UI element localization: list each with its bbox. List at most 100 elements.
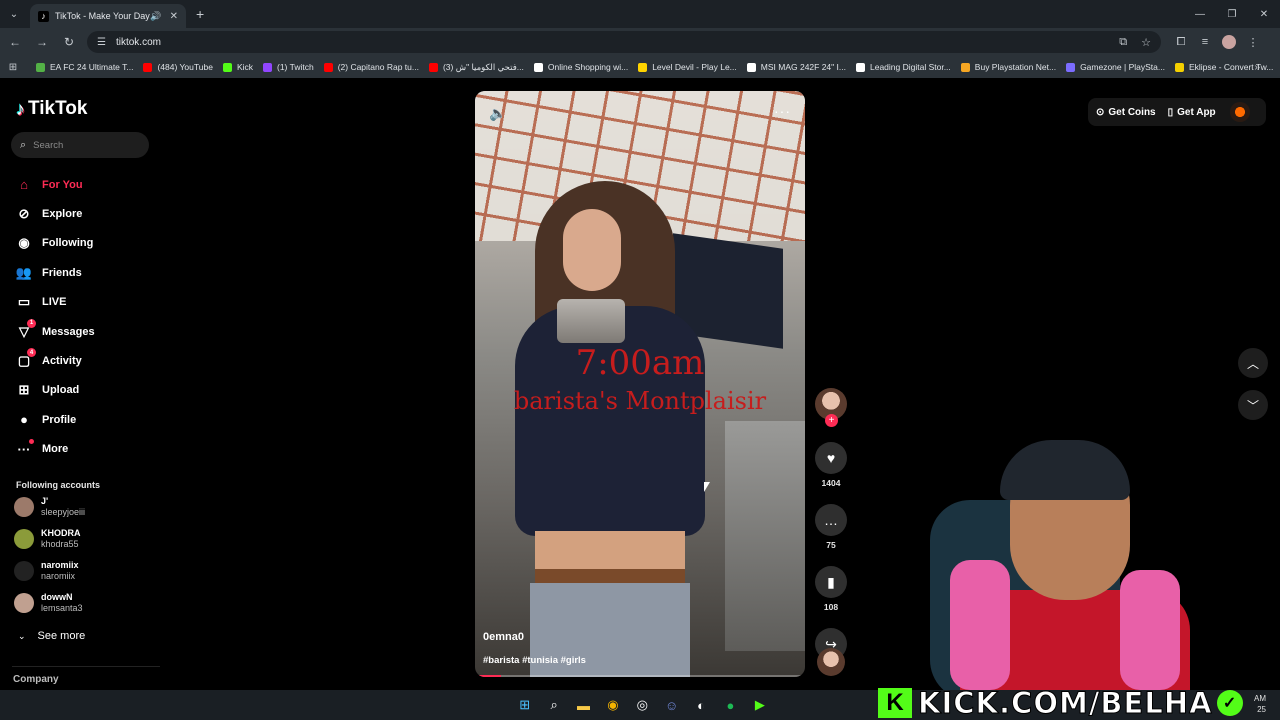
browser-tab-tiktok[interactable]: ♪ TikTok - Make Your Day 🔊 ✕ (30, 4, 186, 28)
following-account[interactable]: naromiix naromiix (14, 560, 79, 582)
sidebar-item-more[interactable]: ··· More (14, 435, 95, 464)
sidebar-item-explore[interactable]: ⊘ Explore (14, 199, 95, 228)
spotify-icon[interactable]: ● (716, 690, 745, 720)
new-tab-button[interactable]: + (196, 6, 204, 22)
bookmark-label: EA FC 24 Ultimate T... (50, 62, 134, 72)
tab-search-chevron-icon[interactable]: ⌄ (0, 0, 28, 28)
bookmarks-overflow-icon[interactable]: » (1254, 62, 1260, 73)
mute-icon[interactable]: 🔈 (489, 105, 506, 122)
webcam-towel (1120, 570, 1180, 690)
bookmark-item[interactable]: Kick (222, 62, 253, 72)
forward-icon[interactable]: → (30, 30, 54, 54)
follow-plus-icon[interactable]: + (825, 414, 838, 427)
search-input[interactable]: ⌕ Search (11, 132, 149, 158)
profile-avatar[interactable] (1217, 30, 1241, 54)
comment-icon[interactable]: … (815, 504, 847, 536)
bookmark-item[interactable]: (1) Twitch (263, 62, 314, 72)
company-link[interactable]: Company (13, 674, 59, 685)
bookmark-item[interactable]: Gamezone | PlaySta... (1066, 62, 1165, 72)
video-more-options-icon[interactable]: ··· (774, 103, 791, 119)
notification-badge: 1 (27, 318, 36, 328)
like-action[interactable]: ♥ 1404 (815, 442, 847, 488)
upload-icon: ⊞ (18, 382, 30, 398)
sidebar-item-for-you[interactable]: ⌂ For You (14, 170, 95, 199)
tab-audio-icon[interactable]: 🔊 (150, 11, 161, 22)
chrome-icon[interactable]: ◉ (598, 690, 627, 720)
obs-icon[interactable]: ◎ (628, 690, 657, 720)
user-avatar[interactable] (1229, 102, 1250, 122)
browser-menu-icon[interactable]: ⋮ (1241, 30, 1265, 54)
install-app-icon[interactable]: ⧉ (1119, 36, 1127, 49)
bookmark-item[interactable]: EA FC 24 Ultimate T... (36, 62, 133, 72)
previous-video-button[interactable]: ︿ (1238, 348, 1268, 378)
bookmark-star-icon[interactable]: ☆ (1141, 36, 1151, 49)
bookmark-item[interactable]: MSI MAG 242F 24" I... (746, 62, 846, 72)
sidebar-item-following[interactable]: ◉ Following (14, 229, 95, 258)
windows-start-icon[interactable]: ⊞ (510, 690, 539, 720)
next-video-button[interactable]: ﹀ (1238, 390, 1268, 420)
site-info-icon[interactable]: ☰ (97, 37, 106, 48)
see-more-button[interactable]: ⌄ See more (18, 630, 85, 642)
video-caption[interactable]: #barista #tunisia #girls (483, 655, 586, 666)
media-control-icon[interactable]: ≡ (1193, 30, 1217, 54)
extensions-icon[interactable]: ⧠ (1169, 30, 1193, 54)
bookmark-icon[interactable]: ▮ (815, 566, 847, 598)
sidebar-item-live[interactable]: ▭ LIVE (14, 288, 95, 317)
tiktok-favicon-icon: ♪ (38, 10, 49, 22)
bookmark-favicon-icon (143, 62, 153, 72)
restore-icon[interactable]: ❐ (1216, 0, 1248, 28)
sidebar-item-friends[interactable]: 👥 Friends (14, 258, 95, 287)
webcam-towel (950, 560, 1010, 690)
tab-close-icon[interactable]: ✕ (170, 11, 178, 22)
bookmark-item[interactable]: Leading Digital Stor... (855, 62, 951, 72)
steam-icon[interactable]: ◐ (686, 690, 715, 720)
sidebar-item-profile[interactable]: ● Profile (14, 405, 95, 434)
close-window-icon[interactable]: ✕ (1248, 0, 1280, 28)
notification-badge: 4 (27, 348, 36, 358)
account-name: KHODRA (41, 528, 81, 538)
account-handle: lemsanta3 (41, 603, 83, 613)
back-icon[interactable]: ← (3, 30, 27, 54)
bookmark-item[interactable]: Buy Playstation Net... (960, 62, 1056, 72)
video-player[interactable]: 7:00am barista's Montplaisir 🔈 ··· 0emna… (475, 91, 805, 677)
kick-app-icon[interactable]: ▶ (745, 690, 774, 720)
get-coins-button[interactable]: ⊙ Get Coins (1096, 107, 1156, 118)
video-frame-shaker (557, 299, 625, 343)
file-explorer-icon[interactable]: ▬ (569, 690, 598, 720)
sound-disc-avatar[interactable] (817, 648, 845, 676)
bookmark-favicon-icon (960, 62, 970, 72)
bookmark-item[interactable]: (2) Capitano Rap tu... (323, 62, 419, 72)
sidebar-item-upload[interactable]: ⊞ Upload (14, 376, 95, 405)
following-account[interactable]: J' sleepyjoeiii (14, 496, 85, 518)
heart-icon[interactable]: ♥ (815, 442, 847, 474)
video-overlay-location: barista's Montplaisir (513, 387, 767, 415)
sidebar-item-messages[interactable]: ▽ 1 Messages (14, 317, 95, 346)
live-icon: ▭ (17, 294, 31, 310)
tiktok-logo[interactable]: ♪ TikTok (16, 98, 87, 120)
get-app-button[interactable]: ▯ Get App (1168, 107, 1216, 118)
apps-grid-icon[interactable]: ⊞ (0, 62, 26, 73)
bookmark-favicon-icon (323, 62, 333, 72)
bookmark-item[interactable]: (484) YouTube (143, 62, 213, 72)
bookmark-item[interactable]: Level Devil - Play Le... (638, 62, 737, 72)
chevron-down-icon: ⌄ (18, 630, 26, 641)
bookmark-item[interactable]: (3) فتحي الكوميا "ش... (428, 62, 524, 73)
discord-icon[interactable]: ☺ (657, 690, 686, 720)
save-action[interactable]: ▮ 108 (815, 566, 847, 612)
account-handle: khodra55 (41, 539, 79, 549)
following-account[interactable]: KHODRA khodra55 (14, 528, 81, 550)
video-overlay-time: 7:00am (575, 343, 705, 383)
reload-icon[interactable]: ↻ (57, 30, 81, 54)
bookmark-item[interactable]: Online Shopping wi... (533, 62, 628, 72)
address-bar[interactable]: ☰ tiktok.com ⧉ ☆ (87, 31, 1161, 53)
notification-dot (29, 439, 34, 445)
video-author[interactable]: 0emna0 (483, 631, 524, 643)
creator-avatar[interactable]: + (815, 388, 847, 427)
streamer-webcam (850, 440, 1280, 690)
following-account[interactable]: dowwN lemsanta3 (14, 592, 83, 614)
comment-action[interactable]: … 75 (815, 504, 847, 550)
sidebar-item-activity[interactable]: ▢ 4 Activity (14, 346, 95, 375)
minimize-icon[interactable]: — (1184, 0, 1216, 28)
video-progress-bar[interactable] (475, 675, 805, 677)
taskbar-search-icon[interactable]: ⌕ (539, 690, 568, 720)
